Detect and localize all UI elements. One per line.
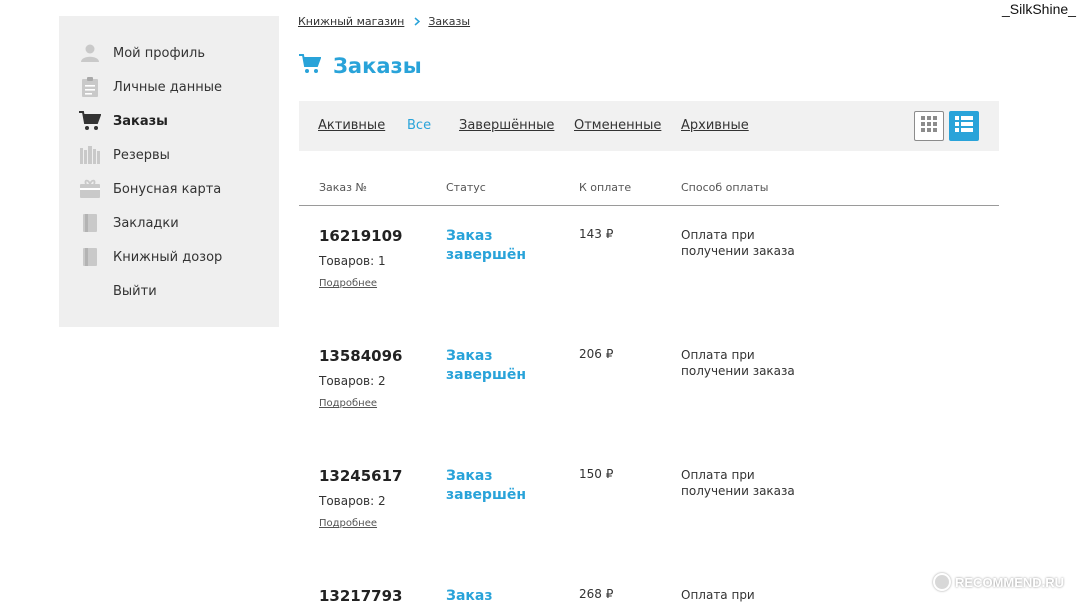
column-header-payment-method: Способ оплаты [681, 181, 769, 194]
breadcrumb: Книжный магазин Заказы [298, 15, 470, 28]
order-payment-method: Оплата при получении заказа [681, 348, 795, 378]
sidebar-item-orders[interactable]: Заказы [79, 109, 168, 133]
order-payment-method: Оплата при получении заказа [681, 228, 795, 258]
order-number: 16219109 [319, 227, 403, 245]
order-status: Заказ [446, 588, 493, 604]
list-view-button[interactable] [949, 111, 979, 141]
table-row: 13584096 Товаров: 2 Подробнее Заказ заве… [299, 347, 999, 457]
sidebar-item-reserves[interactable]: Резервы [79, 143, 170, 167]
order-items-count: Товаров: 2 [319, 494, 386, 508]
account-sidebar: Мой профиль Личные данные Заказы Резервы… [59, 16, 279, 327]
gift-card-icon [79, 178, 101, 200]
tab-completed[interactable]: Завершённые [459, 118, 554, 133]
tab-all[interactable]: Все [407, 118, 431, 133]
sidebar-item-profile[interactable]: Мой профиль [79, 41, 205, 65]
cart-icon [299, 54, 322, 78]
order-items-count: Товаров: 2 [319, 374, 386, 388]
sidebar-item-label: Резервы [113, 147, 170, 163]
order-details-link[interactable]: Подробнее [319, 278, 377, 289]
books-icon [79, 144, 101, 166]
sidebar-item-personal-data[interactable]: Личные данные [79, 75, 222, 99]
tab-archived[interactable]: Архивные [681, 118, 749, 133]
order-amount: 143 ₽ [579, 227, 614, 241]
book-watch-icon [79, 246, 101, 268]
tab-active[interactable]: Активные [318, 118, 385, 133]
grid-view-button[interactable] [914, 111, 944, 141]
list-view-icon [955, 116, 973, 136]
order-number: 13217793 [319, 587, 403, 605]
order-filter-bar: Активные Все Завершённые Отмененные Архи… [299, 101, 999, 151]
sidebar-item-label: Выйти [113, 283, 157, 299]
recommend-watermark: RECOMMEND.RU [933, 573, 1064, 591]
recommend-logo-icon [933, 573, 951, 591]
page-title: Заказы [299, 54, 422, 78]
order-status: Заказ завершён [446, 468, 526, 503]
breadcrumb-link-store[interactable]: Книжный магазин [298, 15, 404, 28]
column-header-status: Статус [446, 181, 486, 194]
sidebar-item-label: Заказы [113, 113, 168, 129]
order-status: Заказ завершён [446, 228, 526, 263]
order-amount: 268 ₽ [579, 587, 614, 601]
order-number: 13245617 [319, 467, 403, 485]
sidebar-item-label: Бонусная карта [113, 181, 222, 197]
table-row: 16219109 Товаров: 1 Подробнее Заказ заве… [299, 227, 999, 337]
sidebar-item-label: Книжный дозор [113, 249, 223, 265]
grid-view-icon [921, 116, 937, 136]
clipboard-icon [79, 76, 101, 98]
page-title-text: Заказы [333, 54, 422, 78]
breadcrumb-link-orders[interactable]: Заказы [428, 15, 470, 28]
cart-icon [79, 110, 101, 132]
order-number: 13584096 [319, 347, 403, 365]
tab-cancelled[interactable]: Отмененные [574, 118, 661, 133]
sidebar-item-bonus-card[interactable]: Бонусная карта [79, 177, 221, 201]
order-details-link[interactable]: Подробнее [319, 518, 377, 529]
order-status: Заказ завершён [446, 348, 526, 383]
order-amount: 150 ₽ [579, 467, 614, 481]
sidebar-item-label: Мой профиль [113, 45, 205, 61]
order-payment-method: Оплата при получении заказа [681, 468, 795, 498]
table-row: 13217793 Заказ 268 ₽ Оплата при [299, 587, 999, 605]
sidebar-item-logout[interactable]: Выйти [79, 279, 157, 303]
sidebar-item-bookmarks[interactable]: Закладки [79, 211, 179, 235]
order-amount: 206 ₽ [579, 347, 614, 361]
chevron-right-icon [414, 17, 421, 26]
sidebar-item-label: Закладки [113, 215, 179, 231]
column-header-amount: К оплате [579, 181, 632, 194]
user-icon [79, 42, 101, 64]
order-items-count: Товаров: 1 [319, 254, 386, 268]
sidebar-item-label: Личные данные [113, 79, 223, 95]
recommend-watermark-text: RECOMMEND.RU [955, 574, 1065, 590]
table-row: 13245617 Товаров: 2 Подробнее Заказ заве… [299, 467, 999, 577]
sidebar-item-book-watch[interactable]: Книжный дозор [79, 245, 222, 269]
order-details-link[interactable]: Подробнее [319, 398, 377, 409]
bookmark-icon [79, 212, 101, 234]
orders-table-header: Заказ № Статус К оплате Способ оплаты [299, 180, 999, 206]
column-header-order-number: Заказ № [319, 181, 367, 194]
order-payment-method: Оплата при [681, 588, 755, 602]
watermark-username: _SilkShine_ [1002, 1, 1076, 17]
